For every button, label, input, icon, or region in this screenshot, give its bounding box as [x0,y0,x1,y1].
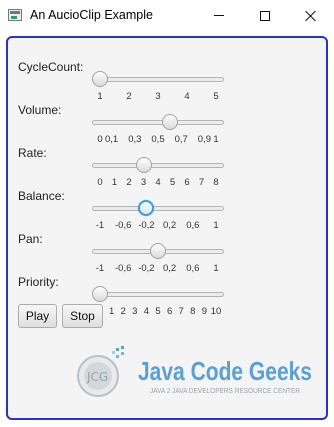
cyclecount-tick-label: 5 [213,91,219,102]
rate-track[interactable] [92,163,224,168]
priority-tick-label: 10 [210,306,222,317]
pan-tick-label: 1 [213,263,219,274]
volume-tick-label: 0,5 [151,134,165,145]
stop-button[interactable]: Stop [62,304,103,328]
balance-tick-label: -0,2 [138,220,155,231]
priority-tick-label: 5 [155,306,161,317]
row-pan: Pan: -1 -0,6 -0,2 0,2 0,6 1 [8,232,326,274]
priority-tick-label: 3 [132,306,138,317]
balance-tick-label: 0,6 [186,220,200,231]
close-button[interactable] [288,0,334,31]
pan-tick-label: -0,6 [115,263,132,274]
priority-tick-label: 2 [120,306,126,317]
minimize-button[interactable] [196,0,242,31]
volume-tick-label: 0 [97,134,103,145]
maximize-button[interactable] [242,0,288,31]
pan-tick-label: 0,2 [162,263,177,274]
cyclecount-label: CycleCount: [18,60,84,74]
volume-tick-label: 0,7 [174,134,188,145]
priority-thumb[interactable] [92,286,108,302]
balance-tick-label: 0,2 [162,220,177,231]
jcg-badge-icon: JCG [77,346,124,397]
close-icon [305,10,317,22]
row-volume: Volume: 0 0,1 0,3 0,5 0,7 0,9 1 [8,103,326,145]
rate-thumb[interactable] [135,157,152,173]
priority-tick-label: 6 [166,306,173,317]
play-button[interactable]: Play [18,304,57,328]
rate-tick-label: 0 [97,177,103,188]
rate-tick-label: 4 [155,177,161,188]
balance-tick-label: -0,6 [115,220,132,231]
balance-thumb[interactable] [138,200,155,216]
cyclecount-tick-label: 4 [184,91,190,102]
window-title: An AucioClip Example [30,8,153,22]
java-code-geeks-logo: JCG Java Code Geeks JAVA 2 JAVA DEVELOPE… [77,346,312,397]
volume-tick-label: 0,3 [128,134,142,145]
balance-tick-label: -1 [95,220,105,231]
balance-tick-label: 1 [213,220,219,231]
title-bar: An AucioClip Example [0,0,334,31]
rate-tick-label: 2 [126,177,132,188]
volume-track[interactable] [92,120,224,125]
cyclecount-tick-label: 2 [126,91,132,102]
cyclecount-track[interactable] [92,77,224,82]
priority-tick-label: 7 [178,306,184,317]
priority-label: Priority: [18,275,59,289]
priority-tick-label: 1 [108,306,115,317]
cyclecount-tick-label: 1 [97,91,103,102]
priority-tick-label: 8 [190,306,196,317]
pan-thumb[interactable] [150,243,166,259]
volume-tick-label: 1 [213,134,219,145]
priority-tick-label: 9 [201,306,208,317]
app-icon [8,9,22,21]
logo-tagline: JAVA 2 JAVA DEVELOPERS RESOURCE CENTER [150,388,300,395]
priority-track[interactable] [92,292,224,297]
pan-tick-label: 0,6 [186,263,200,274]
row-balance: Balance: -1 -0,6 -0,2 0,2 0,6 1 [8,189,326,231]
pan-label: Pan: [18,232,43,246]
rate-label: Rate: [18,146,47,160]
cyclecount-thumb[interactable] [92,71,108,87]
volume-label: Volume: [18,103,62,117]
rate-tick-label: 1 [111,177,118,188]
balance-track[interactable] [92,206,224,211]
rate-tick-label: 6 [184,177,190,188]
volume-tick-label: 0,1 [104,134,119,145]
minimize-icon [214,15,224,16]
rate-tick-label: 7 [198,177,205,188]
pan-tick-label: -1 [95,263,105,274]
row-rate: Rate: 012345678 [8,146,326,188]
rate-tick-label: 5 [169,177,176,188]
volume-tick-label: 0,9 [197,134,211,145]
pan-tick-label: -0,2 [138,263,155,274]
logo-badge: JCG [86,370,108,384]
logo-text: Java Code Geeks [138,356,312,386]
maximize-icon [260,10,270,21]
content-panel: CycleCount: 12345 Volume: 0 0,1 0,3 0,5 0,7 0… [6,36,328,420]
balance-label: Balance: [18,189,65,203]
priority-tick-label: 4 [143,306,150,317]
rate-tick-label: 3 [140,177,147,188]
row-cyclecount: CycleCount: 1 2 3 4 5 [8,60,326,102]
volume-thumb[interactable] [161,114,178,130]
rate-tick-label: 8 [213,177,219,188]
cyclecount-tick-label: 3 [155,91,161,102]
